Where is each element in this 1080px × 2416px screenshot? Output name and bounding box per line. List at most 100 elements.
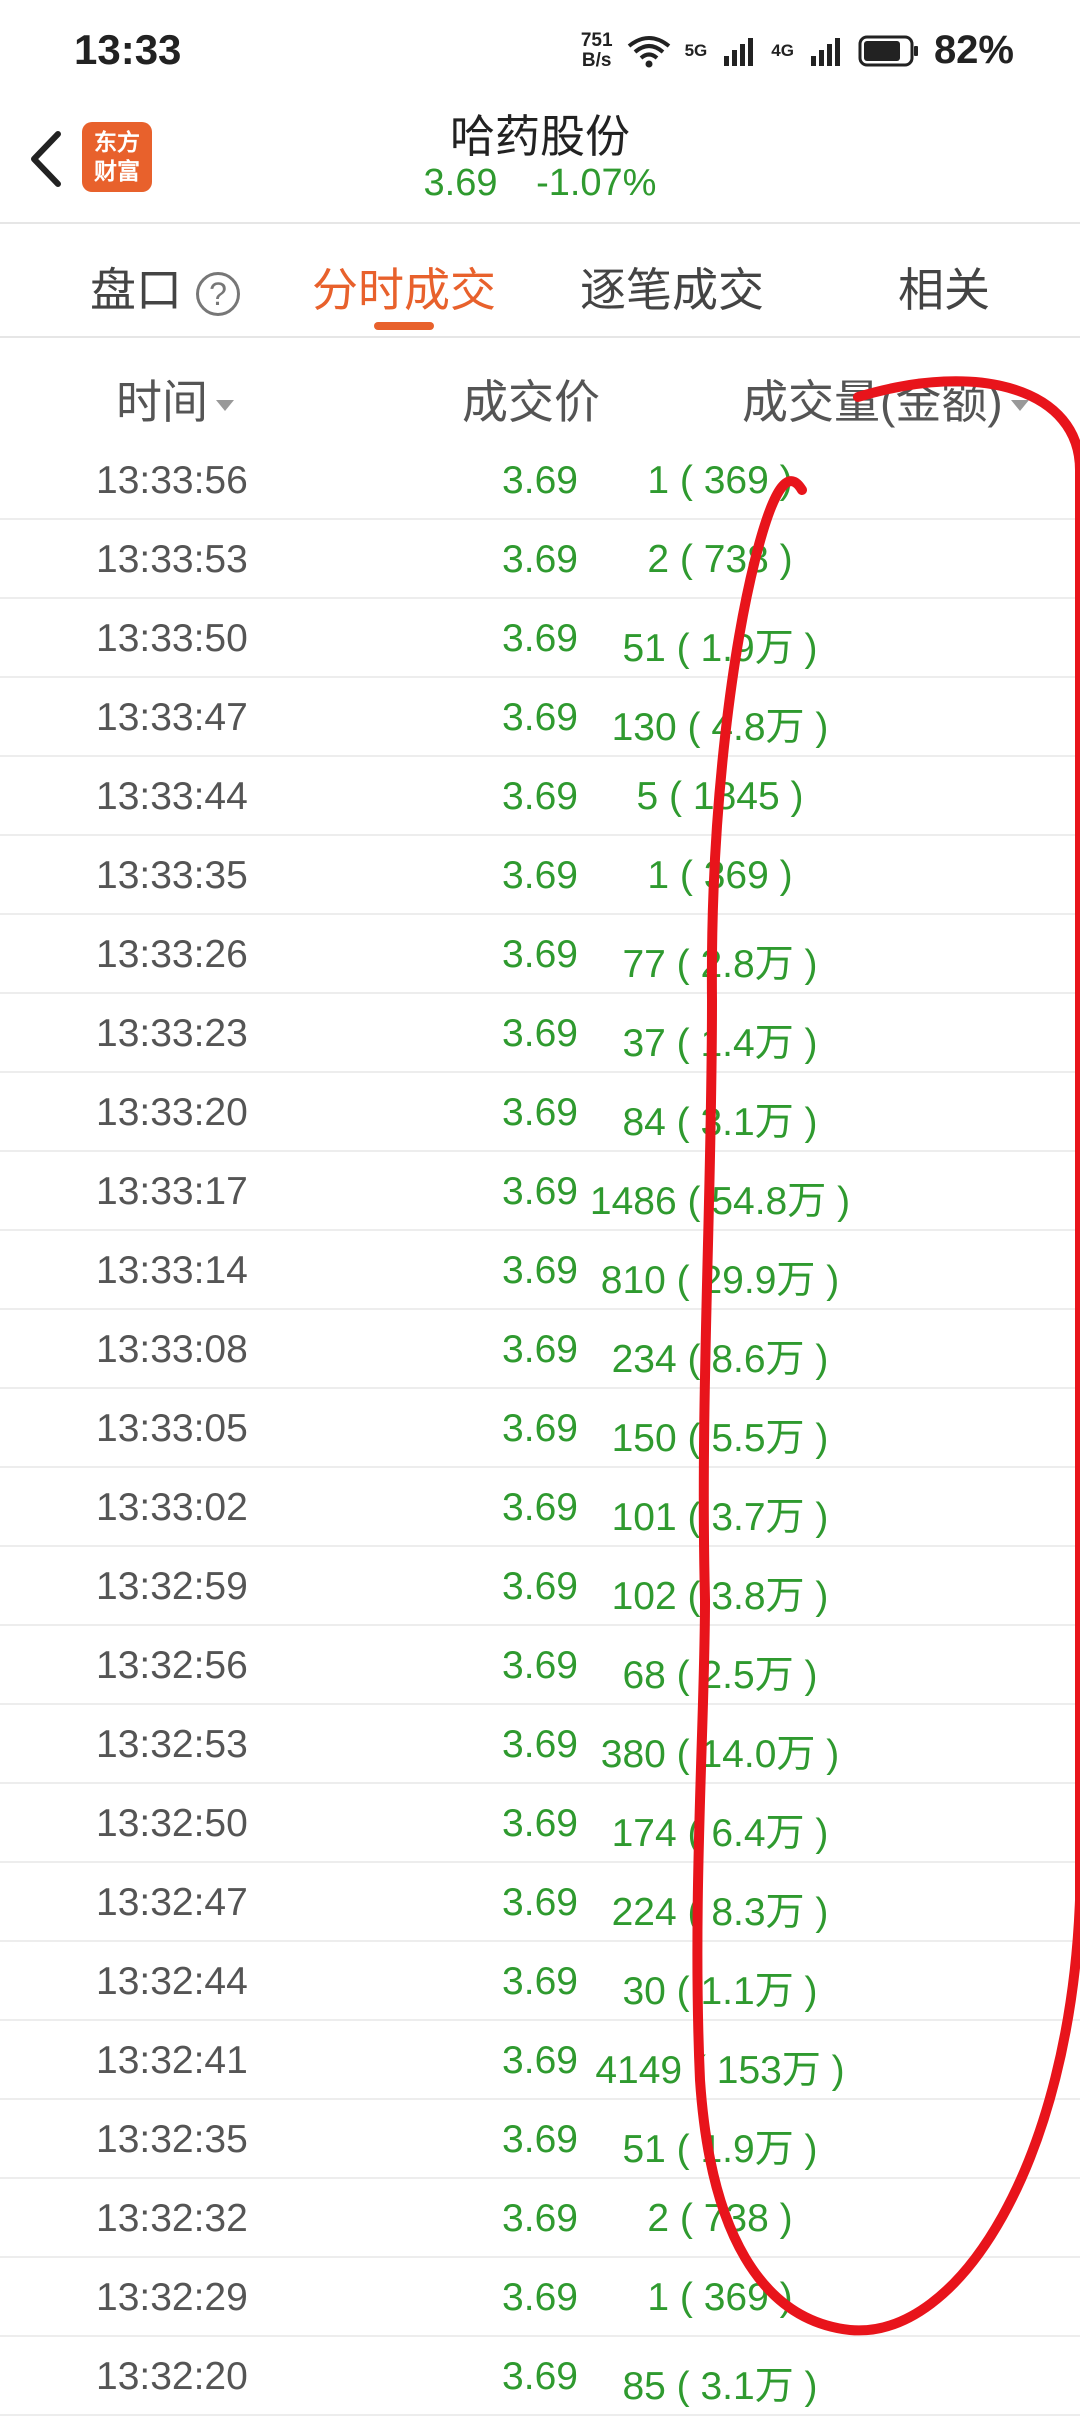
tab-fenshi[interactable]: 分时成交 [312, 254, 496, 320]
trade-row: 13:33:26 3.69 77 ( 2.8万 ) [0, 915, 1080, 994]
trade-time: 13:33:56 [96, 459, 248, 502]
trade-time: 13:33:53 [96, 538, 248, 581]
trade-volume: 4149 ( 153万 ) [595, 2049, 845, 2092]
trade-row: 13:32:56 3.69 68 ( 2.5万 ) [0, 1626, 1080, 1705]
trade-row: 13:33:17 3.69 1486 ( 54.8万 ) [0, 1152, 1080, 1231]
trade-row: 13:33:14 3.69 810 ( 29.9万 ) [0, 1231, 1080, 1310]
trade-volume: 150 ( 5.5万 ) [611, 1417, 829, 1460]
signal-5g-label: 5G [684, 40, 708, 60]
tab-bar: 盘口? 分时成交 逐笔成交 相关 [0, 226, 1080, 336]
trade-volume: 380 ( 14.0万 ) [600, 1733, 840, 1776]
trade-volume: 810 ( 29.9万 ) [600, 1259, 840, 1302]
trade-time: 13:32:50 [96, 1802, 248, 1845]
trade-time: 13:33:14 [96, 1249, 248, 1292]
trade-row: 13:32:44 3.69 30 ( 1.1万 ) [0, 1942, 1080, 2021]
trade-volume: 1486 ( 54.8万 ) [589, 1180, 851, 1223]
sort-caret-icon [1010, 400, 1029, 412]
trade-time: 13:33:47 [96, 696, 248, 739]
trade-volume: 1 ( 369 ) [647, 459, 793, 502]
trade-time: 13:33:23 [96, 1012, 248, 1055]
trade-volume: 84 ( 3.1万 ) [622, 1101, 818, 1144]
trade-time: 13:33:50 [96, 617, 248, 660]
help-icon[interactable]: ? [196, 271, 240, 316]
trade-row: 13:33:53 3.69 2 ( 738 ) [0, 520, 1080, 599]
header-volume[interactable]: 成交量(金额) [742, 366, 1029, 432]
network-speed: 751 B/s [580, 29, 613, 71]
trade-volume: 1 ( 369 ) [647, 854, 793, 897]
trade-volume: 37 ( 1.4万 ) [622, 1022, 818, 1065]
trade-volume: 2 ( 738 ) [647, 538, 793, 581]
trade-time: 13:32:47 [96, 1881, 248, 1924]
trade-row: 13:32:29 3.69 1 ( 369 ) [0, 2258, 1080, 2337]
trade-time: 13:33:44 [96, 775, 248, 818]
trade-time: 13:32:29 [96, 2276, 248, 2319]
trade-row: 13:32:41 3.69 4149 ( 153万 ) [0, 2021, 1080, 2100]
signal-4g-label: 4G [771, 40, 794, 60]
trade-time: 13:33:20 [96, 1091, 248, 1134]
trade-volume: 102 ( 3.8万 ) [611, 1575, 829, 1618]
trade-row: 13:33:20 3.69 84 ( 3.1万 ) [0, 1073, 1080, 1152]
trade-time: 13:33:08 [96, 1328, 248, 1371]
battery-percent: 82% [933, 28, 1014, 72]
stock-price: 3.69 [423, 162, 498, 204]
trade-row: 13:33:02 3.69 101 ( 3.7万 ) [0, 1468, 1080, 1547]
stock-quote: 3.69 -1.07% [0, 162, 1080, 205]
trade-volume: 30 ( 1.1万 ) [622, 1970, 818, 2013]
trade-row: 13:32:35 3.69 51 ( 1.9万 ) [0, 2100, 1080, 2179]
trade-volume: 5 ( 1845 ) [636, 775, 804, 818]
trade-list[interactable]: 13:33:56 3.69 1 ( 369 ) 13:33:53 3.69 2 ( 738… [0, 441, 1080, 2416]
wifi-icon [627, 35, 670, 67]
trade-row: 13:33:56 3.69 1 ( 369 ) [0, 441, 1080, 520]
stock-header: 东方 财富 哈药股份 3.69 -1.07% [0, 100, 1080, 224]
active-tab-indicator [374, 322, 434, 330]
trade-volume: 77 ( 2.8万 ) [622, 943, 818, 986]
status-icons: 751 B/s 5G 4G 82% [581, 28, 1014, 73]
header-time[interactable]: 时间 [116, 366, 234, 432]
trade-volume: 68 ( 2.5万 ) [622, 1654, 818, 1697]
trade-time: 13:33:05 [96, 1407, 248, 1450]
trade-time: 13:33:35 [96, 854, 248, 897]
trade-time: 13:32:56 [96, 1644, 248, 1687]
trade-volume: 51 ( 1.9万 ) [622, 2128, 818, 2171]
trade-row: 13:32:53 3.69 380 ( 14.0万 ) [0, 1705, 1080, 1784]
trade-row: 13:33:47 3.69 130 ( 4.8万 ) [0, 678, 1080, 757]
trade-time: 13:32:35 [96, 2118, 248, 2161]
tab-zhubi[interactable]: 逐笔成交 [580, 254, 764, 320]
trade-time: 13:33:26 [96, 933, 248, 976]
status-time: 13:33 [74, 26, 182, 73]
signal-5g-icon [724, 37, 754, 66]
sort-caret-icon [216, 400, 234, 412]
trade-time: 13:32:44 [96, 1960, 248, 2003]
trade-volume: 2 ( 738 ) [647, 2197, 793, 2240]
trade-volume: 1 ( 369 ) [647, 2276, 793, 2319]
stock-change: -1.07% [536, 162, 657, 204]
trade-time: 13:32:32 [96, 2197, 248, 2240]
trade-volume: 85 ( 3.1万 ) [622, 2365, 818, 2408]
trade-volume: 234 ( 8.6万 ) [611, 1338, 829, 1381]
header-divider [0, 222, 1080, 224]
trade-time: 13:33:17 [96, 1170, 248, 1213]
trade-row: 13:33:05 3.69 150 ( 5.5万 ) [0, 1389, 1080, 1468]
trade-volume: 101 ( 3.7万 ) [611, 1496, 829, 1539]
trade-row: 13:32:20 3.69 85 ( 3.1万 ) [0, 2337, 1080, 2416]
header-price: 成交价 [462, 376, 600, 428]
trade-volume: 130 ( 4.8万 ) [611, 706, 829, 749]
signal-4g-icon [810, 37, 840, 66]
trade-volume: 51 ( 1.9万 ) [622, 627, 818, 670]
trade-time: 13:33:02 [96, 1486, 248, 1529]
trade-row: 13:33:23 3.69 37 ( 1.4万 ) [0, 994, 1080, 1073]
trade-time: 13:32:41 [96, 2039, 248, 2082]
tab-pankou[interactable]: 盘口? [90, 254, 240, 320]
trade-row: 13:33:35 3.69 1 ( 369 ) [0, 836, 1080, 915]
battery-icon [858, 35, 918, 66]
trade-time: 13:32:20 [96, 2355, 248, 2398]
trade-row: 13:32:59 3.69 102 ( 3.8万 ) [0, 1547, 1080, 1626]
trade-row: 13:33:44 3.69 5 ( 1845 ) [0, 757, 1080, 836]
trade-volume: 174 ( 6.4万 ) [611, 1812, 829, 1855]
tab-xiangguan[interactable]: 相关 [898, 254, 990, 320]
trade-row: 13:33:50 3.69 51 ( 1.9万 ) [0, 599, 1080, 678]
trade-row: 13:32:32 3.69 2 ( 738 ) [0, 2179, 1080, 2258]
stock-name: 哈药股份 [449, 111, 630, 162]
trade-time: 13:32:53 [96, 1723, 248, 1766]
trade-row: 13:33:08 3.69 234 ( 8.6万 ) [0, 1310, 1080, 1389]
